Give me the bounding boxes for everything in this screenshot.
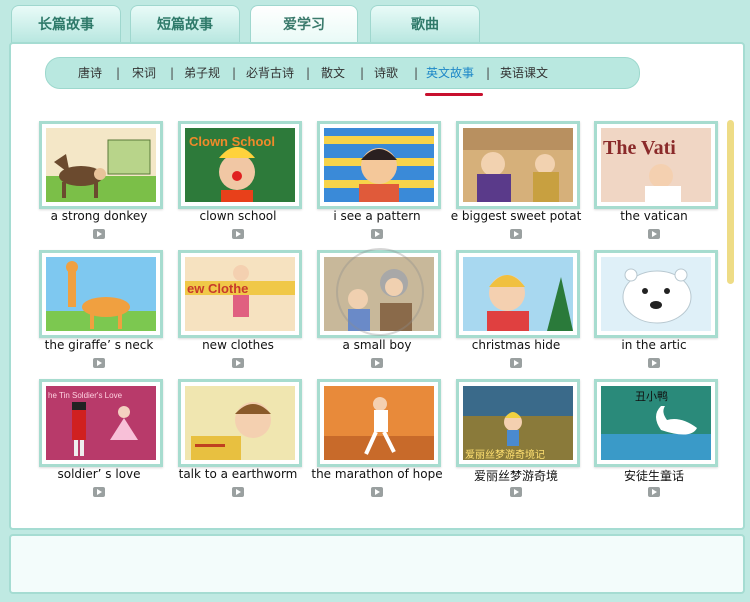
- thumbnail-caption: 爱丽丝梦游奇境记: [465, 448, 545, 460]
- subnav-item-ancient-poems[interactable]: 必背古诗: [246, 58, 294, 88]
- story-thumbnail[interactable]: [317, 379, 441, 467]
- story-title[interactable]: christmas hide: [448, 338, 584, 352]
- watermark-stamp: [336, 248, 424, 336]
- subnav-separator: |: [170, 66, 175, 80]
- story-thumbnail[interactable]: Clown School: [178, 121, 302, 209]
- tab-songs[interactable]: 歌曲: [370, 5, 480, 44]
- story-title[interactable]: the marathon of hope: [309, 467, 445, 481]
- subnav-item-english-stories[interactable]: 英文故事: [426, 58, 474, 88]
- play-icon[interactable]: [648, 487, 660, 497]
- story-card[interactable]: christmas hide: [456, 250, 580, 370]
- tab-long-stories[interactable]: 长篇故事: [11, 5, 121, 44]
- story-thumbnail[interactable]: [456, 121, 580, 209]
- story-card[interactable]: he Tin Soldier's Love soldier’ s love: [39, 379, 163, 499]
- story-card[interactable]: i see a pattern: [317, 121, 441, 241]
- story-title[interactable]: i see a pattern: [309, 209, 445, 223]
- subnav-separator: |: [360, 66, 365, 80]
- thumbnail-caption: 丑小鸭: [635, 390, 668, 403]
- story-card[interactable]: The Vati the vatican: [594, 121, 718, 241]
- story-title[interactable]: new clothes: [170, 338, 306, 352]
- story-thumbnail[interactable]: 爱丽丝梦游奇境记: [456, 379, 580, 467]
- thumbnail-caption: The Vati: [603, 137, 676, 159]
- play-icon[interactable]: [93, 358, 105, 368]
- subnav-separator: |: [414, 66, 419, 80]
- category-subnav: 唐诗 | 宋词 | 弟子规 | 必背古诗 | 散文 | 诗歌 | 英文故事 | …: [45, 57, 640, 89]
- story-title[interactable]: a strong donkey: [31, 209, 167, 223]
- play-icon[interactable]: [371, 487, 383, 497]
- story-card[interactable]: a strong donkey: [39, 121, 163, 241]
- play-icon[interactable]: [648, 358, 660, 368]
- story-thumbnail[interactable]: [594, 250, 718, 338]
- story-title[interactable]: 爱丽丝梦游奇境: [448, 467, 584, 484]
- play-icon[interactable]: [232, 487, 244, 497]
- subnav-item-english-lessons[interactable]: 英语课文: [500, 58, 548, 88]
- play-icon[interactable]: [93, 229, 105, 239]
- bottom-player-bar: [9, 534, 745, 594]
- story-thumbnail[interactable]: [39, 121, 163, 209]
- tab-short-stories[interactable]: 短篇故事: [130, 5, 240, 44]
- story-thumbnail[interactable]: 丑小鸭: [594, 379, 718, 467]
- story-title[interactable]: clown school: [170, 209, 306, 223]
- story-thumbnail[interactable]: [456, 250, 580, 338]
- story-thumbnail[interactable]: [178, 379, 302, 467]
- play-icon[interactable]: [510, 229, 522, 239]
- story-title[interactable]: talk to a earthworm: [170, 467, 306, 481]
- subnav-item-song-ci[interactable]: 宋词: [132, 58, 156, 88]
- play-icon[interactable]: [371, 229, 383, 239]
- play-icon[interactable]: [371, 358, 383, 368]
- play-icon[interactable]: [648, 229, 660, 239]
- subnav-item-tang-poetry[interactable]: 唐诗: [78, 58, 102, 88]
- thumbnail-caption: ew Clothe: [187, 281, 248, 296]
- play-icon[interactable]: [510, 487, 522, 497]
- story-thumbnail[interactable]: The Vati: [594, 121, 718, 209]
- story-card[interactable]: 爱丽丝梦游奇境记 爱丽丝梦游奇境: [456, 379, 580, 499]
- scrollbar[interactable]: [727, 120, 734, 284]
- subnav-separator: |: [116, 66, 121, 80]
- story-thumbnail[interactable]: he Tin Soldier's Love: [39, 379, 163, 467]
- subnav-item-poetry[interactable]: 诗歌: [374, 58, 398, 88]
- story-card[interactable]: Clown School clown school: [178, 121, 302, 241]
- subnav-separator: |: [486, 66, 491, 80]
- story-title[interactable]: a small boy: [309, 338, 445, 352]
- story-card[interactable]: 丑小鸭 安徒生童话: [594, 379, 718, 499]
- story-title[interactable]: the vatican: [586, 209, 722, 223]
- story-title[interactable]: the giraffe’ s neck: [31, 338, 167, 352]
- story-card[interactable]: in the artic: [594, 250, 718, 370]
- story-card[interactable]: the giraffe’ s neck: [39, 250, 163, 370]
- tab-love-learning[interactable]: 爱学习: [250, 5, 358, 44]
- thumbnail-caption: he Tin Soldier's Love: [48, 391, 123, 400]
- active-subnav-underline: [425, 93, 483, 96]
- story-thumbnail[interactable]: [39, 250, 163, 338]
- thumbnail-caption: Clown School: [189, 134, 275, 149]
- story-title[interactable]: soldier’ s love: [31, 467, 167, 481]
- story-title[interactable]: 安徒生童话: [586, 467, 722, 484]
- play-icon[interactable]: [232, 229, 244, 239]
- play-icon[interactable]: [232, 358, 244, 368]
- story-card[interactable]: e biggest sweet potat: [451, 121, 581, 241]
- subnav-separator: |: [306, 66, 311, 80]
- story-thumbnail[interactable]: [317, 121, 441, 209]
- play-icon[interactable]: [93, 487, 105, 497]
- story-card[interactable]: talk to a earthworm: [178, 379, 302, 499]
- subnav-item-prose[interactable]: 散文: [321, 58, 345, 88]
- subnav-separator: |: [232, 66, 237, 80]
- story-thumbnail[interactable]: ew Clothe: [178, 250, 302, 338]
- story-card[interactable]: ew Clothe new clothes: [178, 250, 302, 370]
- play-icon[interactable]: [510, 358, 522, 368]
- story-card[interactable]: the marathon of hope: [311, 379, 443, 499]
- subnav-item-dizigui[interactable]: 弟子规: [184, 58, 220, 88]
- story-title[interactable]: in the artic: [586, 338, 722, 352]
- story-title[interactable]: e biggest sweet potat: [448, 209, 584, 223]
